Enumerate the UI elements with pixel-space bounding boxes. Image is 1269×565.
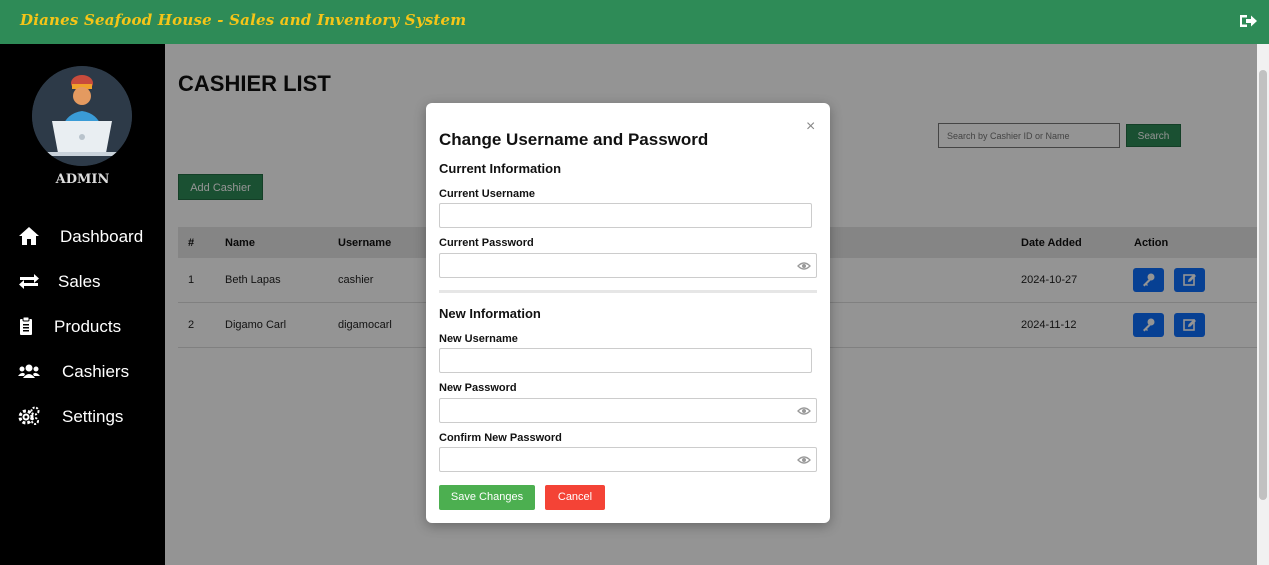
section-divider — [439, 290, 817, 293]
sidebar-item-label: Products — [54, 317, 122, 336]
new-password-label: New Password — [439, 382, 517, 394]
eye-icon[interactable] — [797, 405, 811, 417]
cancel-button[interactable]: Cancel — [545, 485, 605, 510]
sidebar: ADMIN Dashboard Sales Products Cashiers … — [0, 44, 165, 565]
sign-out-icon[interactable] — [1238, 12, 1258, 30]
sidebar-item-settings[interactable]: Settings — [0, 398, 165, 434]
current-username-field[interactable] — [439, 203, 812, 228]
sidebar-item-sales[interactable]: Sales — [0, 263, 165, 299]
confirm-password-field[interactable] — [439, 447, 817, 472]
current-username-label: Current Username — [439, 188, 535, 200]
eye-icon[interactable] — [797, 260, 811, 272]
clipboard-icon — [20, 316, 32, 335]
sidebar-item-label: Settings — [62, 407, 124, 426]
change-credentials-modal: × Change Username and Password Current I… — [426, 103, 830, 523]
confirm-password-label: Confirm New Password — [439, 432, 562, 444]
new-username-label: New Username — [439, 333, 518, 345]
new-password-field[interactable] — [439, 398, 817, 423]
scrollbar-thumb[interactable] — [1259, 70, 1267, 500]
new-username-field[interactable] — [439, 348, 812, 373]
home-icon — [19, 227, 39, 245]
scrollbar[interactable] — [1257, 44, 1269, 565]
eye-icon[interactable] — [797, 454, 811, 466]
sidebar-item-dashboard[interactable]: Dashboard — [0, 218, 165, 254]
admin-avatar — [32, 66, 132, 166]
current-info-heading: Current Information — [439, 161, 562, 176]
modal-title: Change Username and Password — [439, 130, 709, 149]
app-title: Dianes Seafood House - Sales and Invento… — [20, 11, 467, 29]
save-changes-button[interactable]: Save Changes — [439, 485, 535, 510]
users-icon — [18, 364, 40, 378]
sidebar-item-label: Sales — [58, 272, 101, 291]
gears-icon — [18, 406, 40, 425]
sidebar-item-label: Dashboard — [60, 227, 144, 246]
sidebar-item-products[interactable]: Products — [0, 308, 165, 344]
close-icon[interactable]: × — [806, 118, 815, 136]
avatar-illustration — [32, 66, 132, 166]
sidebar-item-label: Cashiers — [62, 362, 130, 381]
new-info-heading: New Information — [439, 306, 541, 321]
top-bar: Dianes Seafood House - Sales and Invento… — [0, 0, 1269, 44]
admin-role-label: ADMIN — [55, 172, 110, 187]
sidebar-item-cashiers[interactable]: Cashiers — [0, 353, 165, 389]
current-password-label: Current Password — [439, 237, 534, 249]
exchange-icon — [19, 274, 39, 289]
current-password-field[interactable] — [439, 253, 817, 278]
